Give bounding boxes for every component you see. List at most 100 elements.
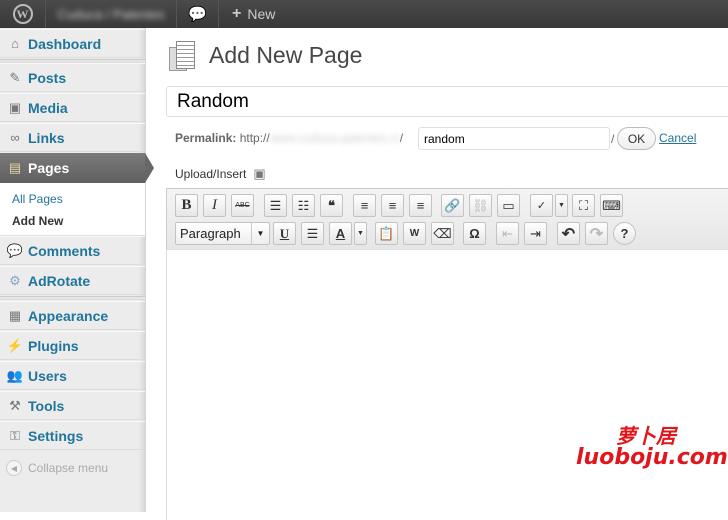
numbered-list-icon: ☷ — [297, 197, 310, 213]
submenu-add-new[interactable]: Add New — [12, 214, 63, 228]
undo-button[interactable]: ↶ — [557, 222, 580, 245]
sidebar-item-adrotate[interactable]: ⚙ AdRotate — [0, 266, 145, 295]
plug-icon: ⚡ — [6, 337, 24, 353]
spellcheck-dropdown-icon: ▼ — [558, 202, 565, 209]
pages-submenu: All Pages Add New — [0, 183, 145, 236]
media-icon: ▣ — [8, 99, 22, 115]
submenu-all-pages[interactable]: All Pages — [12, 192, 63, 206]
sidebar-item-dashboard[interactable]: ⌂ Dashboard — [0, 29, 145, 58]
spellcheck-dropdown-button[interactable]: ▼ — [555, 194, 568, 217]
active-menu-arrow — [145, 153, 154, 183]
sidebar-item-links[interactable]: ∞ Links — [0, 123, 145, 152]
outdent-button[interactable]: ⇤ — [496, 222, 519, 245]
admin-bar: W Cuduca / Patentes 💬 + New — [0, 0, 728, 28]
help-button[interactable]: ? — [613, 222, 636, 245]
underline-icon: U — [279, 225, 290, 241]
sidebar-item-tools[interactable]: ⚒ Tools — [0, 391, 145, 420]
gear-icon: ⚙ — [9, 272, 21, 288]
users-icon: 👥 — [6, 367, 24, 383]
tools-icon: ⚒ — [9, 397, 21, 413]
link-button[interactable]: 🔗 — [441, 194, 464, 217]
fullscreen-button[interactable]: ⛶ — [572, 194, 595, 217]
unlink-button[interactable]: ⛓ — [469, 194, 492, 217]
justify-button[interactable]: ☰ — [301, 222, 324, 245]
sidebar-item-posts[interactable]: ✎ Posts — [0, 63, 145, 92]
blockquote-icon: ❝ — [328, 197, 335, 213]
align-center-button[interactable]: ≡ — [381, 194, 404, 217]
editor-content-area[interactable] — [166, 250, 728, 520]
more-tag-icon: ▭ — [502, 197, 515, 213]
italic-icon: I — [212, 197, 217, 213]
align-left-button[interactable]: ≡ — [353, 194, 376, 217]
upload-insert: Upload/Insert ▣ — [175, 166, 266, 182]
bold-button[interactable]: B — [175, 194, 198, 217]
pages-icon: ▤ — [8, 160, 22, 175]
sidebar-item-media[interactable]: ▣ Media — [0, 93, 145, 122]
plus-icon: + — [232, 5, 242, 22]
undo-icon: ↶ — [561, 225, 576, 243]
add-media-icon[interactable]: ▣ — [253, 166, 265, 182]
permalink-cancel-link[interactable]: Cancel — [659, 131, 696, 145]
permalink-row: Permalink: http://www.cuduca-patentes.co… — [175, 131, 404, 145]
italic-button[interactable]: I — [203, 194, 226, 217]
spellcheck-button[interactable]: ✓ — [530, 194, 553, 217]
home-icon: ⌂ — [11, 36, 19, 51]
appearance-icon: ▦ — [8, 307, 22, 323]
collapse-menu-button[interactable]: ◀ Collapse menu — [6, 460, 108, 476]
underline-button[interactable]: U — [273, 222, 296, 245]
paste-word-icon: W — [409, 228, 420, 239]
menu-separator — [0, 296, 145, 300]
align-left-icon: ≡ — [360, 198, 369, 213]
redo-button[interactable]: ↷ — [585, 222, 608, 245]
permalink-slug-input[interactable] — [418, 127, 610, 150]
format-select[interactable]: Paragraph ▼ — [175, 222, 270, 245]
align-right-button[interactable]: ≡ — [409, 194, 432, 217]
unlink-icon: ⛓ — [472, 197, 489, 213]
justify-icon: ☰ — [306, 225, 319, 241]
numbered-list-button[interactable]: ☷ — [292, 194, 315, 217]
bold-icon: B — [181, 197, 192, 213]
pages-icon — [169, 41, 197, 73]
site-name-link[interactable]: Cuduca / Patentes — [46, 0, 177, 28]
align-right-icon: ≡ — [416, 198, 425, 213]
sidebar-item-pages[interactable]: ▤ Pages — [0, 153, 145, 183]
strikethrough-button[interactable]: ABC — [231, 194, 254, 217]
indent-button[interactable]: ⇥ — [524, 222, 547, 245]
blockquote-button[interactable]: ❝ — [320, 194, 343, 217]
new-content-button[interactable]: + New — [219, 0, 289, 28]
outdent-icon: ⇤ — [502, 225, 513, 241]
comment-bubble-icon[interactable]: 💬 — [177, 0, 219, 28]
paste-word-button[interactable]: W — [403, 222, 426, 245]
collapse-arrow-icon: ◀ — [6, 460, 22, 476]
paste-text-icon: 📋 — [378, 225, 395, 241]
chevron-down-icon: ▼ — [251, 223, 269, 244]
sidebar-item-appearance[interactable]: ▦ Appearance — [0, 301, 145, 330]
sidebar-item-plugins[interactable]: ⚡ Plugins — [0, 331, 145, 360]
omega-button[interactable]: Ω — [463, 222, 486, 245]
indent-icon: ⇥ — [530, 225, 541, 241]
redo-icon: ↷ — [589, 225, 604, 243]
strikethrough-icon: ABC — [235, 202, 250, 209]
text-color-dropdown-icon: ▼ — [357, 230, 364, 237]
bullet-list-icon: ☰ — [269, 197, 282, 213]
eraser-icon: ⌫ — [433, 225, 452, 241]
more-tag-button[interactable]: ▭ — [497, 194, 520, 217]
text-color-button[interactable]: A — [329, 222, 352, 245]
text-color-dropdown-button[interactable]: ▼ — [354, 222, 367, 245]
omega-icon: Ω — [469, 226, 480, 241]
wordpress-logo-icon[interactable]: W — [0, 0, 46, 28]
spellcheck-icon: ✓ — [536, 200, 547, 212]
eraser-button[interactable]: ⌫ — [431, 222, 454, 245]
settings-icon: ⚿ — [10, 427, 20, 443]
bullet-list-button[interactable]: ☰ — [264, 194, 287, 217]
permalink-ok-button[interactable]: OK — [617, 127, 656, 150]
fullscreen-icon: ⛶ — [578, 197, 589, 213]
sidebar-item-users[interactable]: 👥 Users — [0, 361, 145, 390]
speech-bubble-icon: 💬 — [6, 242, 24, 258]
post-title-input[interactable] — [166, 86, 728, 117]
kitchen-sink-button[interactable]: ⌨ — [600, 194, 623, 217]
align-center-icon: ≡ — [388, 198, 397, 213]
paste-text-button[interactable]: 📋 — [375, 222, 398, 245]
sidebar-item-settings[interactable]: ⚿ Settings — [0, 421, 145, 450]
sidebar-item-comments[interactable]: 💬 Comments — [0, 236, 145, 265]
